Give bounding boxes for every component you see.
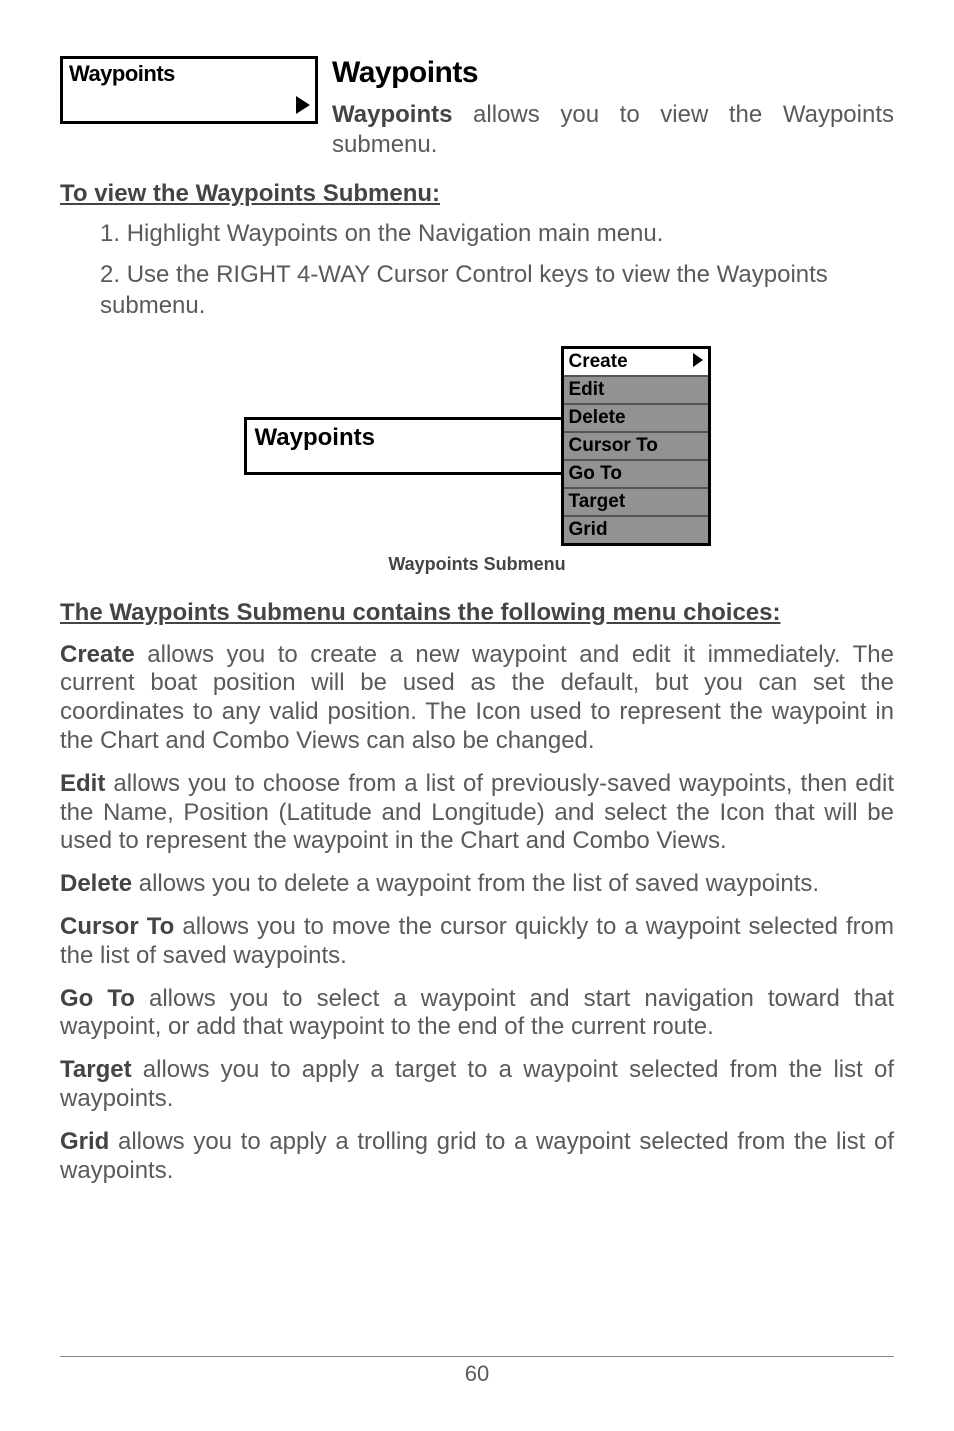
submenu-item-edit: Edit <box>564 377 708 405</box>
submenu-item-grid: Grid <box>564 517 708 543</box>
submenu-item-cursor-to: Cursor To <box>564 433 708 461</box>
choices-heading: The Waypoints Submenu contains the follo… <box>60 599 894 627</box>
para-create: Create allows you to create a new waypoi… <box>60 641 894 756</box>
para-cursor-to: Cursor To allows you to move the cursor … <box>60 913 894 971</box>
para-grid: Grid allows you to apply a trolling grid… <box>60 1128 894 1186</box>
arrow-right-icon <box>296 96 310 119</box>
waypoints-menu-item-graphic: Waypoints <box>60 56 318 124</box>
page-number: 60 <box>465 1361 489 1386</box>
para-edit: Edit allows you to choose from a list of… <box>60 770 894 856</box>
intro-bold: Waypoints <box>332 101 452 128</box>
submenu-item-create: Create <box>564 349 708 377</box>
waypoints-menu-label: Waypoints <box>69 61 175 87</box>
submenu-box: Create Edit Delete Cursor To Go To Targe… <box>561 346 711 546</box>
page-footer: 60 <box>60 1356 894 1387</box>
figure-waypoints-box: Waypoints <box>244 417 564 475</box>
figure-box-label: Waypoints <box>255 424 375 452</box>
waypoints-submenu-figure: Waypoints Create Edit Delete Cursor To G… <box>244 346 711 546</box>
step-1: 1. Highlight Waypoints on the Navigation… <box>100 218 894 249</box>
figure-caption: Waypoints Submenu <box>60 554 894 575</box>
step-2: 2. Use the RIGHT 4-WAY Cursor Control ke… <box>100 259 894 321</box>
arrow-right-icon <box>693 351 703 373</box>
procedure-heading: To view the Waypoints Submenu: <box>60 180 894 208</box>
submenu-item-go-to: Go To <box>564 461 708 489</box>
para-go-to: Go To allows you to select a waypoint an… <box>60 985 894 1043</box>
section-title: Waypoints <box>332 56 894 90</box>
submenu-item-target: Target <box>564 489 708 517</box>
procedure-steps: 1. Highlight Waypoints on the Navigation… <box>60 218 894 322</box>
para-delete: Delete allows you to delete a waypoint f… <box>60 870 894 899</box>
para-target: Target allows you to apply a target to a… <box>60 1056 894 1114</box>
intro-paragraph: Waypoints allows you to view the Waypoin… <box>332 100 894 160</box>
submenu-item-delete: Delete <box>564 405 708 433</box>
